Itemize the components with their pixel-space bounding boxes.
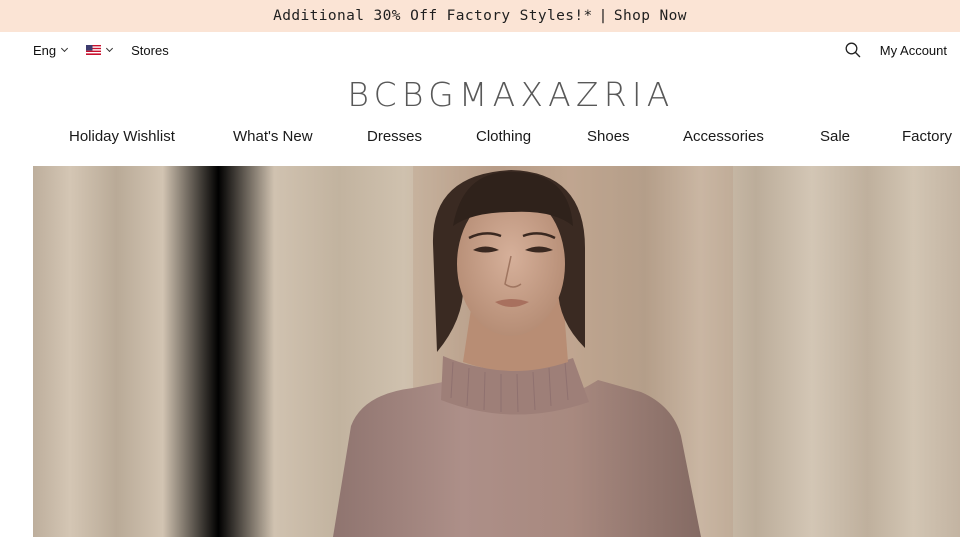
hero-banner[interactable] bbox=[33, 166, 960, 537]
language-label: Eng bbox=[33, 42, 57, 58]
nav-item-dresses[interactable]: Dresses bbox=[367, 122, 422, 152]
brand-logo[interactable]: BCBGMAXAZRIA bbox=[0, 76, 960, 114]
nav-item-shoes[interactable]: Shoes bbox=[587, 122, 630, 152]
stores-link[interactable]: Stores bbox=[131, 43, 169, 58]
language-selector[interactable]: Eng bbox=[33, 42, 69, 58]
main-navigation: Holiday Wishlist What's New Dresses Clot… bbox=[0, 122, 960, 152]
shop-now-link[interactable]: Shop Now bbox=[614, 8, 687, 24]
nav-item-accessories[interactable]: Accessories bbox=[683, 122, 764, 152]
search-icon[interactable] bbox=[845, 42, 861, 58]
nav-item-clothing[interactable]: Clothing bbox=[476, 122, 531, 152]
promo-banner[interactable]: Additional 30% Off Factory Styles!* | Sh… bbox=[0, 0, 960, 32]
nav-item-sale[interactable]: Sale bbox=[820, 122, 850, 152]
my-account-link[interactable]: My Account bbox=[880, 43, 947, 58]
hero-model-photo bbox=[33, 166, 960, 537]
nav-item-holiday-wishlist[interactable]: Holiday Wishlist bbox=[69, 122, 175, 152]
nav-item-factory[interactable]: Factory bbox=[902, 122, 952, 152]
promo-text: Additional 30% Off Factory Styles!* bbox=[273, 8, 593, 24]
chevron-down-icon bbox=[61, 44, 69, 53]
country-selector[interactable] bbox=[86, 44, 114, 55]
nav-item-whats-new[interactable]: What's New bbox=[233, 122, 313, 152]
chevron-down-icon bbox=[106, 44, 114, 53]
us-flag-icon bbox=[86, 45, 102, 55]
utility-bar: Eng Stores My Account bbox=[0, 32, 960, 68]
promo-separator: | bbox=[598, 8, 608, 24]
